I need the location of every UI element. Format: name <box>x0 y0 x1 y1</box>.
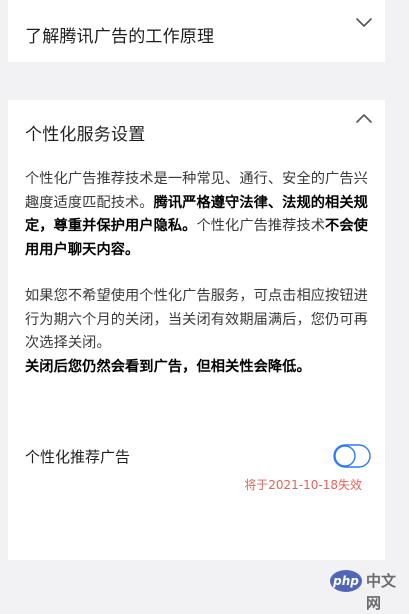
how-ads-work-title: 了解腾讯广告的工作原理 <box>25 27 215 47</box>
personalization-description: 个性化广告推荐技术是一种常见、通行、安全的广告兴趣度适度匹配技术。腾讯严格遵守法… <box>25 168 377 262</box>
opt-out-note: 关闭后您仍然会看到广告，但相关性会降低。 <box>25 358 311 375</box>
chevron-up-icon[interactable] <box>355 112 373 124</box>
personalization-settings-title: 个性化服务设置 <box>25 125 146 145</box>
opt-out-description: 如果您不希望使用个性化广告服务，可点击相应按钮进行为期六个月的关闭，当关闭有效期… <box>25 285 377 379</box>
personalized-ads-label: 个性化推荐广告 <box>25 448 131 466</box>
php-logo: php <box>330 570 362 592</box>
description-text: 个性化广告推荐技术 <box>196 218 326 234</box>
expiry-notice: 将于2021-10-18失效 <box>244 478 362 492</box>
personalization-settings-section: 个性化服务设置 个性化广告推荐技术是一种常见、通行、安全的广告兴趣度适度匹配技术… <box>8 100 385 560</box>
php-cn-watermark: php 中文网 <box>330 570 405 612</box>
chevron-down-icon[interactable] <box>355 17 373 29</box>
how-ads-work-section[interactable]: 了解腾讯广告的工作原理 <box>8 0 385 62</box>
watermark-text: 中文网 <box>366 572 397 612</box>
personalized-ads-toggle[interactable] <box>333 444 371 468</box>
opt-out-text: 如果您不希望使用个性化广告服务，可点击相应按钮进行为期六个月的关闭，当关闭有效期… <box>25 288 368 351</box>
